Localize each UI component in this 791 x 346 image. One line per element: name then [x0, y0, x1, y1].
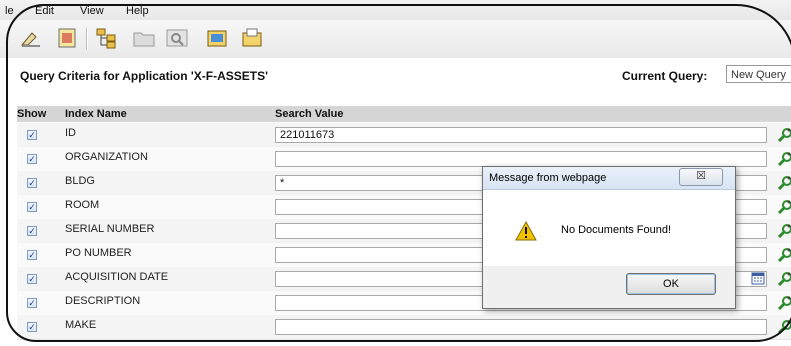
folder-icon[interactable] [132, 27, 156, 49]
show-checkbox[interactable]: ✓ [27, 130, 37, 140]
lookup-icon[interactable] [777, 271, 791, 287]
lookup-icon[interactable] [777, 319, 791, 335]
dialog-close-button[interactable]: ☒ [679, 168, 723, 186]
show-checkbox[interactable]: ✓ [27, 154, 37, 164]
show-checkbox[interactable]: ✓ [27, 322, 37, 332]
index-name: MAKE [65, 319, 97, 331]
menu-bar: le Edit View Help [0, 0, 791, 21]
lookup-icon[interactable] [777, 151, 791, 167]
column-index-name: Index Name [65, 108, 127, 120]
current-query-select[interactable]: New Query [726, 65, 791, 83]
menu-help[interactable]: Help [126, 5, 149, 17]
dialog-titlebar: Message from webpage ☒ [483, 167, 735, 190]
dialog-body: No Documents Found! [483, 190, 735, 266]
lookup-icon[interactable] [777, 175, 791, 191]
show-checkbox[interactable]: ✓ [27, 178, 37, 188]
column-search-value: Search Value [275, 108, 344, 120]
index-name: DESCRIPTION [65, 295, 141, 307]
calendar-icon[interactable] [751, 271, 765, 285]
lookup-icon[interactable] [777, 223, 791, 239]
index-name: BLDG [65, 175, 95, 187]
search-icon[interactable] [165, 27, 189, 49]
dialog-title: Message from webpage [489, 172, 607, 184]
lookup-icon[interactable] [777, 199, 791, 215]
search-value-input[interactable] [275, 319, 767, 335]
lookup-icon[interactable] [777, 127, 791, 143]
show-checkbox[interactable]: ✓ [27, 250, 37, 260]
clear-icon[interactable] [20, 27, 44, 49]
table-row: ✓ ID 221011673 [17, 123, 791, 148]
index-name: ACQUISITION DATE [65, 271, 169, 283]
current-query-label: Current Query: [622, 69, 708, 83]
show-checkbox[interactable]: ✓ [27, 226, 37, 236]
search-value-input[interactable] [275, 151, 767, 167]
message-dialog: Message from webpage ☒ No Documents Foun… [482, 166, 736, 309]
table-row: ✓ MAKE [17, 315, 791, 340]
query-header: Query Criteria for Application 'X-F-ASSE… [0, 58, 791, 93]
index-name: SERIAL NUMBER [65, 223, 155, 235]
tree-icon[interactable] [95, 27, 119, 49]
index-name: ORGANIZATION [65, 151, 148, 163]
query-title: Query Criteria for Application 'X-F-ASSE… [20, 69, 268, 83]
index-name: ID [65, 127, 76, 139]
search-value-input[interactable]: 221011673 [275, 127, 767, 143]
dialog-message: No Documents Found! [561, 224, 672, 236]
warning-icon [515, 221, 537, 241]
menu-edit[interactable]: Edit [35, 5, 54, 17]
lookup-icon[interactable] [777, 247, 791, 263]
ok-button[interactable]: OK [626, 273, 716, 295]
show-checkbox[interactable]: ✓ [27, 202, 37, 212]
spacer [0, 92, 791, 106]
notes-icon[interactable] [55, 27, 79, 49]
table-header: Show Index Name Search Value [17, 106, 791, 122]
index-name: ROOM [65, 199, 100, 211]
index-name: PO NUMBER [65, 247, 132, 259]
export-icon[interactable] [205, 27, 229, 49]
import-icon[interactable] [240, 27, 264, 49]
toolbar [0, 20, 791, 59]
menu-file[interactable]: le [5, 5, 14, 17]
show-checkbox[interactable]: ✓ [27, 274, 37, 284]
menu-view[interactable]: View [80, 5, 104, 17]
toolbar-separator [86, 28, 88, 50]
lookup-icon[interactable] [777, 295, 791, 311]
column-show: Show [17, 108, 47, 120]
show-checkbox[interactable]: ✓ [27, 298, 37, 308]
